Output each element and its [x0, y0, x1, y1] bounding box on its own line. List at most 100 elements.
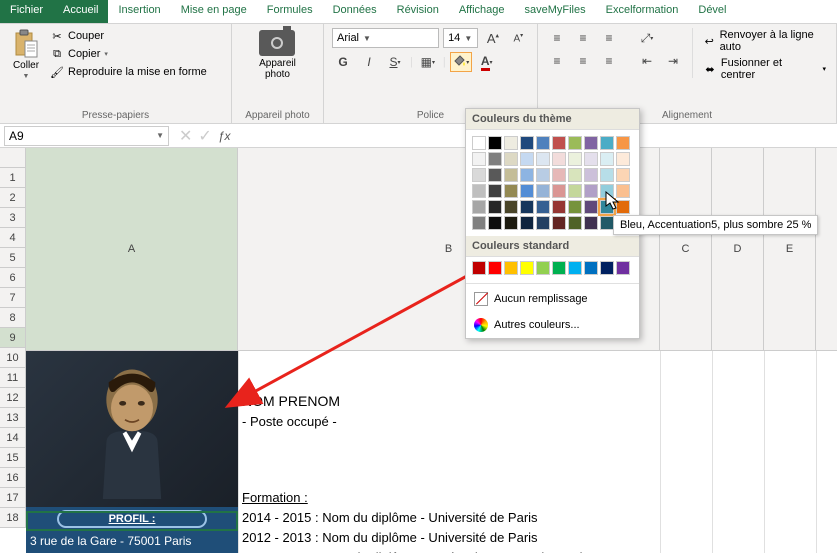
color-swatch[interactable] — [488, 200, 502, 214]
color-swatch[interactable] — [616, 261, 630, 275]
color-swatch[interactable] — [568, 152, 582, 166]
color-swatch[interactable] — [488, 168, 502, 182]
color-swatch[interactable] — [552, 168, 566, 182]
tab-mise-en-page[interactable]: Mise en page — [171, 0, 257, 23]
color-swatch[interactable] — [584, 216, 598, 230]
color-swatch[interactable] — [552, 152, 566, 166]
color-swatch[interactable] — [488, 152, 502, 166]
color-swatch[interactable] — [584, 261, 598, 275]
row-header[interactable]: 10 — [0, 348, 25, 368]
align-right-button[interactable]: ≡ — [598, 51, 620, 71]
color-swatch[interactable] — [568, 184, 582, 198]
color-swatch[interactable] — [504, 184, 518, 198]
color-swatch[interactable] — [536, 261, 550, 275]
font-color-button[interactable]: A▾ — [476, 52, 498, 72]
color-swatch[interactable] — [552, 261, 566, 275]
color-swatch[interactable] — [568, 261, 582, 275]
fill-color-button[interactable]: ▾ — [450, 52, 472, 72]
color-swatch[interactable] — [568, 168, 582, 182]
color-swatch[interactable] — [520, 200, 534, 214]
row-header[interactable]: 15 — [0, 448, 25, 468]
color-swatch[interactable] — [504, 152, 518, 166]
color-swatch[interactable] — [600, 261, 614, 275]
color-swatch[interactable] — [488, 136, 502, 150]
row-header[interactable]: 7 — [0, 288, 25, 308]
color-swatch[interactable] — [568, 200, 582, 214]
column-header[interactable]: A — [26, 148, 238, 350]
color-swatch[interactable] — [616, 136, 630, 150]
decrease-indent-button[interactable]: ⇤ — [636, 51, 658, 71]
color-swatch[interactable] — [536, 152, 550, 166]
column-header[interactable]: D — [712, 148, 764, 350]
color-swatch[interactable] — [552, 216, 566, 230]
align-top-button[interactable]: ≡ — [546, 28, 568, 48]
tab-formules[interactable]: Formules — [257, 0, 323, 23]
color-swatch[interactable] — [568, 216, 582, 230]
tab-fichier[interactable]: Fichier — [0, 0, 53, 23]
color-swatch[interactable] — [472, 152, 486, 166]
color-swatch[interactable] — [520, 216, 534, 230]
color-swatch[interactable] — [472, 200, 486, 214]
row-header[interactable]: 4 — [0, 228, 25, 248]
tab-affichage[interactable]: Affichage — [449, 0, 515, 23]
color-swatch[interactable] — [520, 168, 534, 182]
color-swatch[interactable] — [520, 184, 534, 198]
camera-button[interactable]: Appareil photo — [255, 28, 300, 82]
color-swatch[interactable] — [520, 136, 534, 150]
color-swatch[interactable] — [600, 216, 614, 230]
color-swatch[interactable] — [536, 200, 550, 214]
cut-button[interactable]: ✂Couper — [48, 28, 209, 44]
row-header[interactable]: 11 — [0, 368, 25, 388]
borders-button[interactable]: ▦▾ — [417, 52, 439, 72]
increase-indent-button[interactable]: ⇥ — [662, 51, 684, 71]
align-bottom-button[interactable]: ≡ — [598, 28, 620, 48]
tab-donnees[interactable]: Données — [323, 0, 387, 23]
color-swatch[interactable] — [488, 184, 502, 198]
row-header[interactable]: 8 — [0, 308, 25, 328]
row-header[interactable]: 13 — [0, 408, 25, 428]
color-swatch[interactable] — [616, 152, 630, 166]
color-swatch[interactable] — [616, 168, 630, 182]
align-middle-button[interactable]: ≡ — [572, 28, 594, 48]
bold-button[interactable]: G — [332, 52, 354, 72]
tab-revision[interactable]: Révision — [387, 0, 449, 23]
row-header[interactable]: 12 — [0, 388, 25, 408]
color-swatch[interactable] — [472, 216, 486, 230]
color-swatch[interactable] — [584, 168, 598, 182]
color-swatch[interactable] — [552, 200, 566, 214]
row-header[interactable]: 9 — [0, 328, 25, 348]
color-swatch[interactable] — [472, 261, 486, 275]
tab-excelformation[interactable]: Excelformation — [596, 0, 689, 23]
color-swatch[interactable] — [504, 200, 518, 214]
row-header[interactable]: 14 — [0, 428, 25, 448]
color-swatch[interactable] — [520, 152, 534, 166]
select-all-corner[interactable] — [0, 148, 26, 168]
tab-savemyfiles[interactable]: saveMyFiles — [514, 0, 595, 23]
cancel-formula-icon[interactable]: ✕ — [179, 126, 192, 146]
align-center-button[interactable]: ≡ — [572, 51, 594, 71]
color-swatch[interactable] — [504, 216, 518, 230]
color-swatch[interactable] — [504, 168, 518, 182]
font-name-dropdown[interactable]: Arial▼ — [332, 28, 439, 48]
orientation-button[interactable]: ⤢▾ — [636, 28, 658, 48]
color-swatch[interactable] — [584, 200, 598, 214]
tab-accueil[interactable]: Accueil — [53, 0, 108, 23]
color-swatch[interactable] — [584, 136, 598, 150]
row-header[interactable]: 5 — [0, 248, 25, 268]
format-painter-button[interactable]: 🖌Reproduire la mise en forme — [48, 64, 209, 80]
color-swatch[interactable] — [536, 136, 550, 150]
column-header[interactable]: E — [764, 148, 816, 350]
color-swatch[interactable] — [552, 136, 566, 150]
font-size-dropdown[interactable]: 14▼ — [443, 28, 478, 48]
row-header[interactable]: 6 — [0, 268, 25, 288]
color-swatch[interactable] — [552, 184, 566, 198]
color-swatch[interactable] — [536, 184, 550, 198]
insert-function-button[interactable]: ƒx — [218, 129, 231, 143]
column-header[interactable]: C — [660, 148, 712, 350]
cells-area[interactable]: PROFIL : 3 rue de la Gare - 75001 Paris … — [26, 351, 837, 553]
row-header[interactable]: 18 — [0, 508, 25, 528]
row-header[interactable]: 3 — [0, 208, 25, 228]
color-swatch[interactable] — [472, 184, 486, 198]
align-left-button[interactable]: ≡ — [546, 51, 568, 71]
row-header[interactable]: 17 — [0, 488, 25, 508]
